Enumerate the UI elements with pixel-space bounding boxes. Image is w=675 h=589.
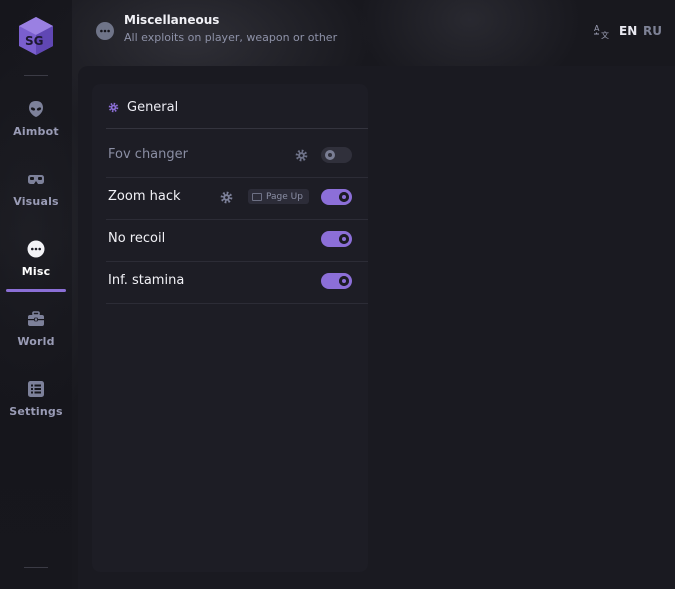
option-row-inf-stamina: Inf. stamina [106, 261, 368, 304]
toggle-knob [339, 234, 349, 244]
panel-divider [106, 128, 368, 129]
option-label: Zoom hack [108, 189, 181, 204]
sidebar-item-settings[interactable]: Settings [6, 374, 66, 430]
list-icon [28, 381, 44, 397]
svg-text:SG: SG [25, 34, 44, 48]
toggle-switch[interactable] [321, 147, 352, 163]
keyboard-icon [252, 192, 262, 201]
option-label: Inf. stamina [108, 273, 185, 288]
more-dots-icon [27, 240, 45, 258]
svg-text:文: 文 [601, 30, 609, 40]
briefcase-icon [28, 311, 44, 326]
panel-title: General [127, 99, 179, 115]
option-row-fov-changer: Fov changer [106, 135, 368, 178]
option-row-no-recoil: No recoil [106, 219, 368, 262]
page-title: Miscellaneous [124, 13, 220, 27]
page-subtitle: All exploits on player, weapon or other [124, 31, 338, 44]
toggle-knob [325, 150, 335, 160]
sidebar-item-aimbot[interactable]: Aimbot [6, 94, 66, 150]
sidebar-item-label: World [17, 335, 55, 348]
toggle-knob [339, 192, 349, 202]
option-label: No recoil [108, 231, 166, 246]
keybind-badge[interactable]: Page Up [248, 189, 309, 204]
vr-goggles-icon [28, 175, 44, 184]
sidebar-divider [24, 75, 48, 76]
toggle-knob [339, 276, 349, 286]
panel-header: General [108, 98, 178, 116]
general-panel: General Fov changer Zoom hack Page Up No… [92, 84, 368, 572]
alien-head-icon [29, 101, 43, 117]
sidebar: SG Aimbot Visuals Misc World Settings [0, 0, 72, 589]
toggle-switch[interactable] [321, 189, 352, 205]
sg-logo: SG [19, 17, 53, 55]
sidebar-item-misc[interactable]: Misc [6, 234, 66, 292]
language-ru[interactable]: RU [643, 24, 662, 38]
header: Miscellaneous All exploits on player, we… [72, 0, 675, 64]
keybind-label: Page Up [266, 191, 303, 202]
translate-icon[interactable]: A 文 [593, 22, 611, 40]
sidebar-item-label: Misc [21, 265, 51, 278]
active-indicator [6, 289, 66, 292]
sidebar-item-label: Aimbot [13, 125, 59, 138]
sidebar-item-visuals[interactable]: Visuals [6, 164, 66, 220]
more-dots-glyph [100, 29, 110, 33]
sidebar-item-label: Visuals [13, 195, 59, 208]
gear-icon [108, 102, 119, 112]
more-dots-icon [96, 22, 114, 40]
option-row-zoom-hack: Zoom hack Page Up [106, 177, 368, 220]
language-en[interactable]: EN [619, 24, 637, 38]
toggle-switch[interactable] [321, 231, 352, 247]
toggle-switch[interactable] [321, 273, 352, 289]
sidebar-divider [24, 567, 48, 568]
sidebar-item-world[interactable]: World [6, 304, 66, 360]
settings-gear-icon[interactable] [295, 149, 308, 162]
svg-text:A: A [594, 24, 600, 33]
sidebar-item-label: Settings [9, 405, 63, 418]
option-label: Fov changer [108, 147, 188, 162]
settings-gear-icon[interactable] [220, 191, 233, 204]
